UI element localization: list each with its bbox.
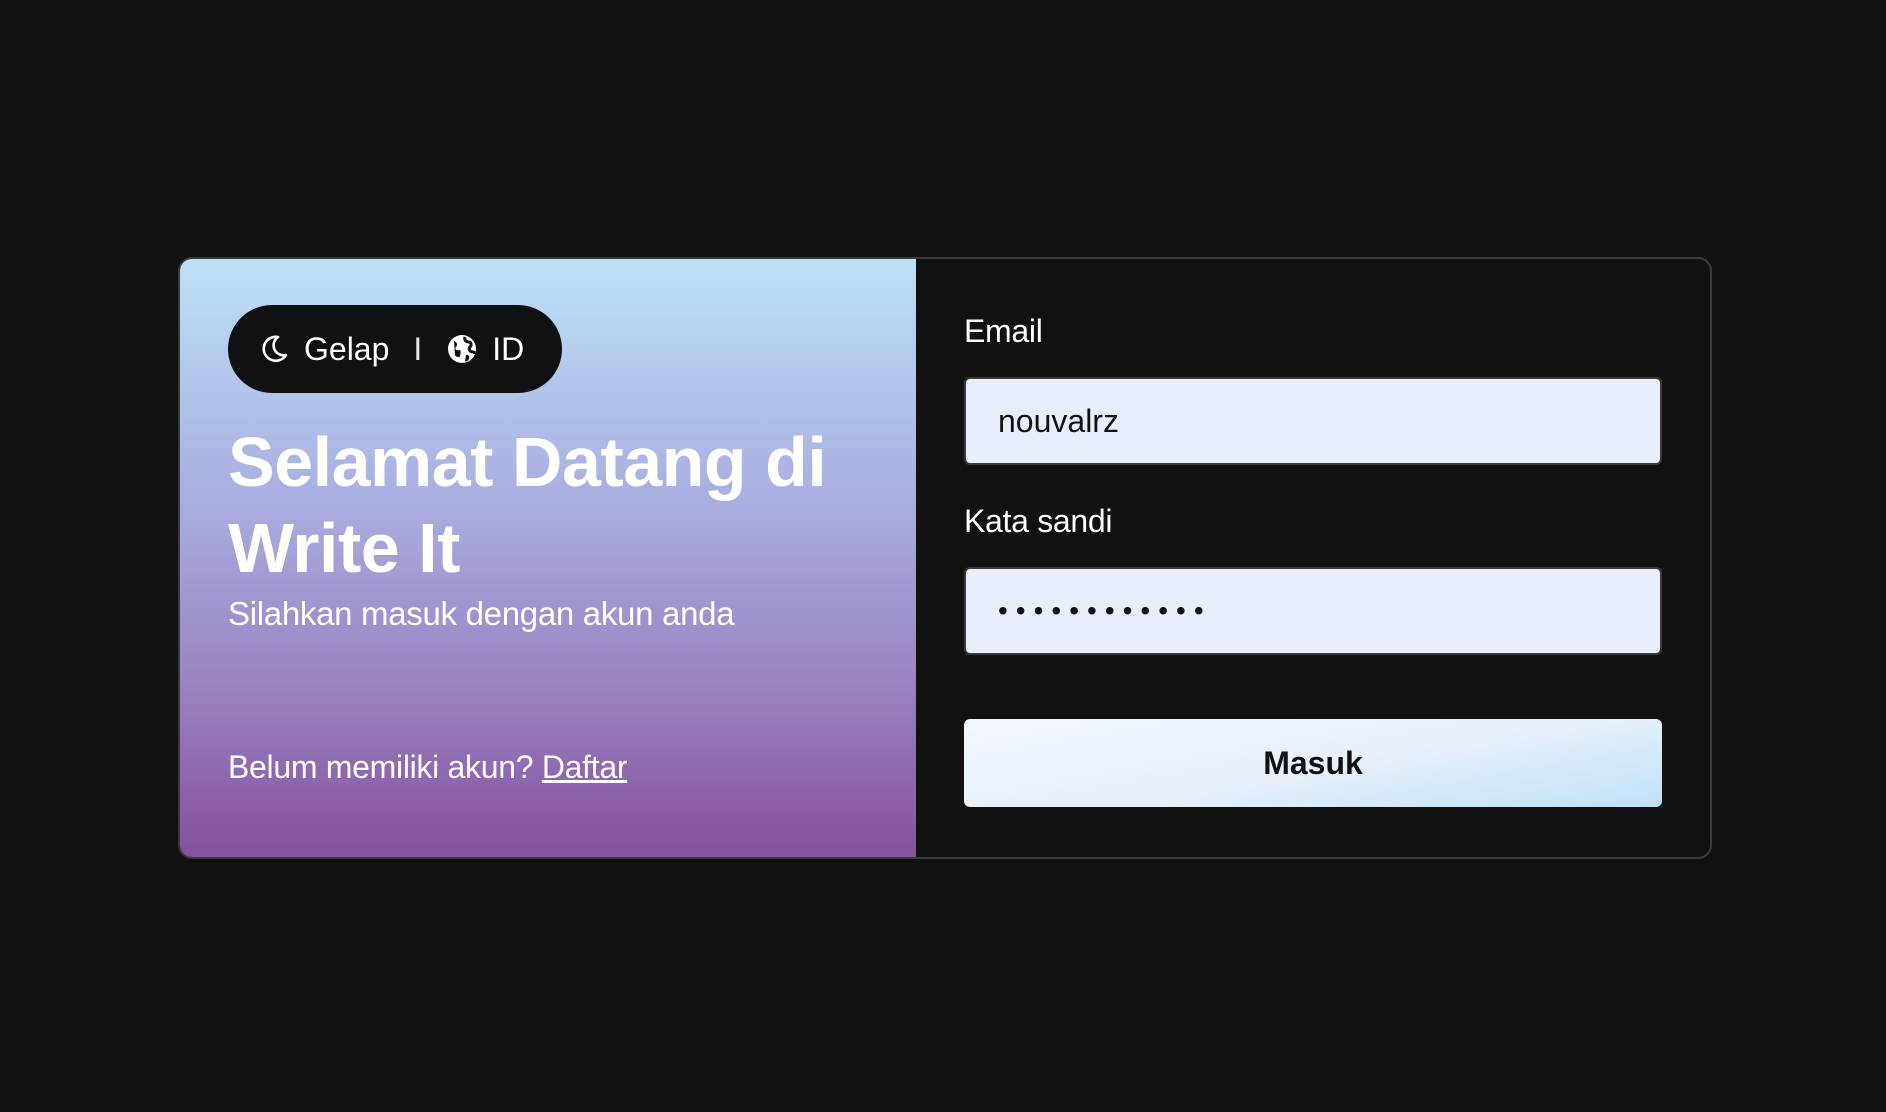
password-field[interactable] bbox=[964, 567, 1662, 655]
login-button[interactable]: Masuk bbox=[964, 719, 1662, 807]
register-prompt-line: Belum memiliki akun? Daftar bbox=[228, 749, 627, 786]
welcome-title: Selamat Datang di Write It bbox=[228, 423, 827, 587]
toggle-separator: I bbox=[413, 330, 423, 367]
globe-icon bbox=[446, 333, 478, 365]
login-card: Gelap I ID Selamat Datang di Write It Si… bbox=[178, 257, 1712, 859]
password-label: Kata sandi bbox=[964, 503, 1113, 539]
register-prompt: Belum memiliki akun? bbox=[228, 749, 534, 785]
welcome-panel: Gelap I ID Selamat Datang di Write It Si… bbox=[180, 259, 916, 857]
register-link[interactable]: Daftar bbox=[542, 749, 628, 785]
welcome-subtitle: Silahkan masuk dengan akun anda bbox=[228, 595, 735, 632]
theme-label: Gelap bbox=[304, 330, 390, 367]
email-label: Email bbox=[964, 313, 1043, 349]
moon-icon bbox=[258, 333, 290, 365]
email-field[interactable] bbox=[964, 377, 1662, 465]
theme-language-toggle[interactable]: Gelap I ID bbox=[228, 305, 563, 393]
language-label: ID bbox=[492, 330, 525, 367]
login-form: Email Kata sandi Masuk bbox=[916, 259, 1710, 857]
